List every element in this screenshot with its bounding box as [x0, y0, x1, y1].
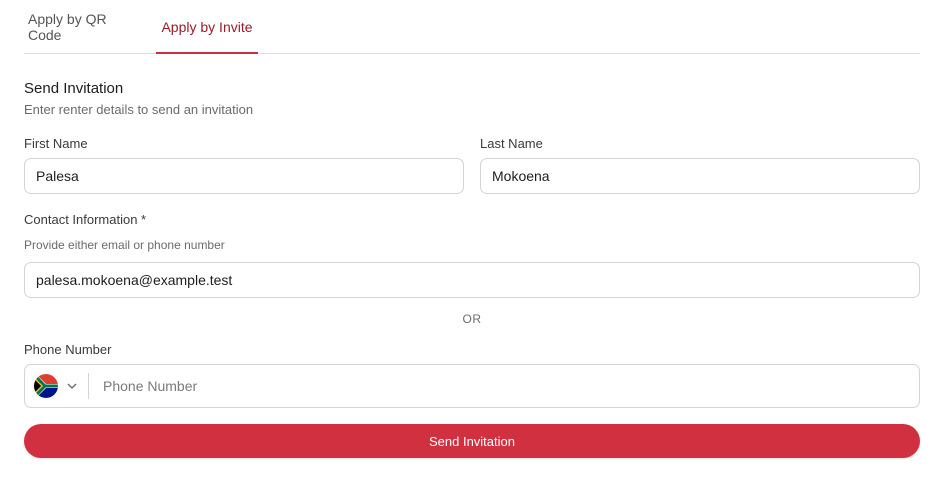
contact-information-label: Contact Information * — [24, 212, 147, 227]
first-name-label: First Name — [24, 136, 88, 151]
tab-bar: Apply by QR Code Apply by Invite — [24, 0, 920, 54]
last-name-input[interactable] — [480, 158, 920, 194]
invite-page: Apply by QR Code Apply by Invite Send In… — [0, 0, 944, 482]
contact-hint: Provide either email or phone number — [24, 238, 225, 252]
send-invitation-button[interactable]: Send Invitation — [24, 424, 920, 458]
last-name-label: Last Name — [480, 136, 543, 151]
phone-number-label: Phone Number — [24, 342, 112, 357]
section-subtitle: Enter renter details to send an invitati… — [24, 102, 254, 117]
email-input[interactable] — [24, 262, 920, 298]
south-africa-flag-icon — [34, 374, 58, 398]
country-code-select[interactable] — [25, 373, 89, 399]
tab-apply-by-invite[interactable]: Apply by Invite — [156, 0, 258, 54]
phone-number-field — [24, 364, 920, 408]
chevron-down-icon — [67, 383, 77, 389]
tab-apply-by-qr-code[interactable]: Apply by QR Code — [24, 0, 144, 53]
section-title: Send Invitation — [24, 80, 124, 97]
or-divider: OR — [462, 312, 482, 326]
first-name-input[interactable] — [24, 158, 464, 194]
phone-number-input[interactable] — [89, 366, 919, 406]
